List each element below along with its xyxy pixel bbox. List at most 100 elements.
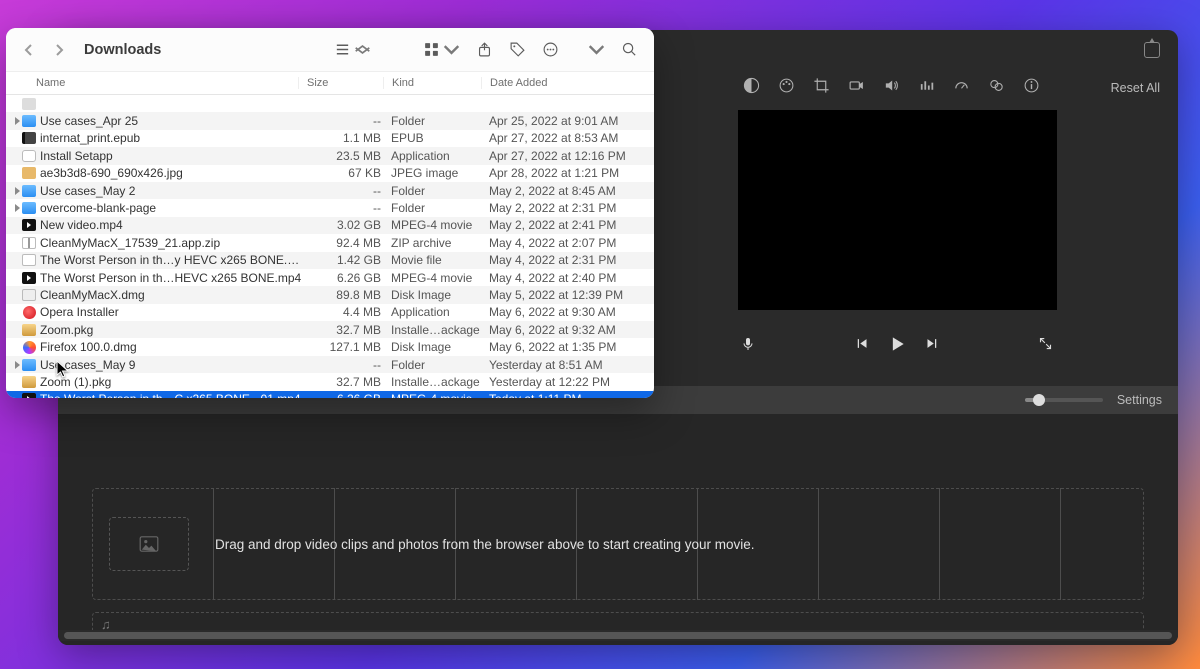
- forward-button[interactable]: [48, 39, 70, 61]
- file-size: --: [306, 114, 391, 128]
- file-date: May 4, 2022 at 2:40 PM: [489, 271, 654, 285]
- file-row[interactable]: CleanMyMacX_17539_21.app.zip92.4 MBZIP a…: [6, 234, 654, 251]
- column-date[interactable]: Date Added: [481, 77, 654, 89]
- file-name: CleanMyMacX_17539_21.app.zip: [40, 236, 306, 250]
- zoom-slider[interactable]: [1025, 398, 1103, 402]
- back-button[interactable]: [18, 39, 40, 61]
- file-icon: [22, 184, 36, 198]
- reset-all-button[interactable]: Reset All: [1111, 81, 1160, 95]
- file-name: CleanMyMacX.dmg: [40, 288, 306, 302]
- file-date: May 6, 2022 at 1:35 PM: [489, 340, 654, 354]
- file-name: Opera Installer: [40, 305, 306, 319]
- file-row[interactable]: Zoom (1).pkg32.7 MBInstalle…ackageYester…: [6, 373, 654, 390]
- file-name: Zoom.pkg: [40, 323, 306, 337]
- speed-icon[interactable]: [953, 77, 970, 99]
- crop-icon[interactable]: [813, 77, 830, 99]
- file-size: 23.5 MB: [306, 149, 391, 163]
- file-icon: [22, 288, 36, 302]
- previous-button[interactable]: [854, 336, 869, 356]
- search-button[interactable]: [617, 39, 642, 60]
- column-name[interactable]: Name: [36, 77, 298, 89]
- file-icon: [22, 166, 36, 180]
- actions-button[interactable]: [538, 39, 609, 60]
- file-row[interactable]: The Worst Person in th…HEVC x265 BONE.mp…: [6, 269, 654, 286]
- file-icon: [22, 131, 36, 145]
- file-name: Use cases_May 9: [40, 358, 306, 372]
- contrast-icon[interactable]: [743, 77, 760, 99]
- file-row[interactable]: Firefox 100.0.dmg127.1 MBDisk ImageMay 6…: [6, 338, 654, 355]
- equalizer-icon[interactable]: [918, 77, 935, 99]
- timeline-scrollbar[interactable]: [58, 630, 1178, 641]
- file-row[interactable]: Use cases_May 2--FolderMay 2, 2022 at 8:…: [6, 182, 654, 199]
- info-icon[interactable]: [1023, 77, 1040, 99]
- file-name: The Worst Person in th…HEVC x265 BONE.mp…: [40, 271, 306, 285]
- file-name: Install Setapp: [40, 149, 306, 163]
- camera-icon[interactable]: [848, 77, 865, 99]
- file-row[interactable]: internat_print.epub1.1 MBEPUBApr 27, 202…: [6, 130, 654, 147]
- next-button[interactable]: [925, 336, 940, 356]
- finder-file-list[interactable]: Use cases_Apr 25--FolderApr 25, 2022 at …: [6, 95, 654, 398]
- file-size: 67 KB: [306, 166, 391, 180]
- disclosure-triangle-icon[interactable]: [12, 361, 22, 369]
- file-size: 6.26 GB: [306, 392, 391, 398]
- finder-title: Downloads: [84, 42, 161, 58]
- disclosure-triangle-icon[interactable]: [12, 117, 22, 125]
- share-icon[interactable]: [1144, 42, 1160, 58]
- file-size: 92.4 MB: [306, 236, 391, 250]
- file-icon: [22, 358, 36, 372]
- volume-icon[interactable]: [883, 77, 900, 99]
- file-row[interactable]: Opera Installer4.4 MBApplicationMay 6, 2…: [6, 304, 654, 321]
- share-button[interactable]: [472, 39, 497, 60]
- file-icon: [22, 271, 36, 285]
- color-palette-icon[interactable]: [778, 77, 795, 99]
- column-size[interactable]: Size: [298, 77, 383, 89]
- file-row[interactable]: The Worst Person in th…C x265 BONE - 01.…: [6, 391, 654, 398]
- play-button[interactable]: [887, 334, 907, 359]
- file-name: The Worst Person in th…y HEVC x265 BONE.…: [40, 253, 306, 267]
- timeline-drop-zone[interactable]: Drag and drop video clips and photos fro…: [92, 488, 1144, 600]
- column-kind[interactable]: Kind: [383, 77, 481, 89]
- mouse-cursor-icon: [56, 360, 70, 378]
- file-row[interactable]: Use cases_May 9--FolderYesterday at 8:51…: [6, 356, 654, 373]
- file-date: Yesterday at 8:51 AM: [489, 358, 654, 372]
- group-button[interactable]: [419, 39, 464, 60]
- file-size: 127.1 MB: [306, 340, 391, 354]
- disclosure-triangle-icon[interactable]: [12, 204, 22, 212]
- file-kind: Folder: [391, 358, 489, 372]
- finder-window: Downloads Name Size Kind Date Added Use: [6, 28, 654, 398]
- file-row[interactable]: Zoom.pkg32.7 MBInstalle…ackageMay 6, 202…: [6, 321, 654, 338]
- settings-button[interactable]: Settings: [1117, 393, 1162, 407]
- file-row[interactable]: ae3b3d8-690_690x426.jpg67 KBJPEG imageAp…: [6, 165, 654, 182]
- file-row[interactable]: CleanMyMacX.dmg89.8 MBDisk ImageMay 5, 2…: [6, 286, 654, 303]
- file-kind: Folder: [391, 201, 489, 215]
- file-date: Apr 27, 2022 at 12:16 PM: [489, 149, 654, 163]
- finder-toolbar: Downloads: [6, 28, 654, 72]
- file-row[interactable]: Install Setapp23.5 MBApplicationApr 27, …: [6, 147, 654, 164]
- file-name: overcome-blank-page: [40, 201, 306, 215]
- file-date: May 5, 2022 at 12:39 PM: [489, 288, 654, 302]
- file-row[interactable]: Use cases_Apr 25--FolderApr 25, 2022 at …: [6, 112, 654, 129]
- file-row[interactable]: overcome-blank-page--FolderMay 2, 2022 a…: [6, 199, 654, 216]
- file-row[interactable]: The Worst Person in th…y HEVC x265 BONE.…: [6, 252, 654, 269]
- file-icon: [22, 114, 36, 128]
- file-size: 6.26 GB: [306, 271, 391, 285]
- file-icon: [22, 218, 36, 232]
- file-row[interactable]: [6, 95, 654, 112]
- view-mode-button[interactable]: [330, 39, 375, 60]
- file-kind: JPEG image: [391, 166, 489, 180]
- file-name: internat_print.epub: [40, 131, 306, 145]
- file-kind: EPUB: [391, 131, 489, 145]
- file-size: --: [306, 201, 391, 215]
- microphone-icon[interactable]: [740, 336, 756, 357]
- file-icon: [22, 340, 36, 354]
- file-icon: [22, 253, 36, 267]
- finder-column-header[interactable]: Name Size Kind Date Added: [6, 72, 654, 95]
- file-icon: [22, 149, 36, 163]
- file-kind: Disk Image: [391, 288, 489, 302]
- effects-icon[interactable]: [988, 77, 1005, 99]
- file-row[interactable]: New video.mp43.02 GBMPEG-4 movieMay 2, 2…: [6, 217, 654, 234]
- file-date: Apr 28, 2022 at 1:21 PM: [489, 166, 654, 180]
- disclosure-triangle-icon[interactable]: [12, 187, 22, 195]
- fullscreen-icon[interactable]: [1038, 336, 1053, 356]
- tags-button[interactable]: [505, 39, 530, 60]
